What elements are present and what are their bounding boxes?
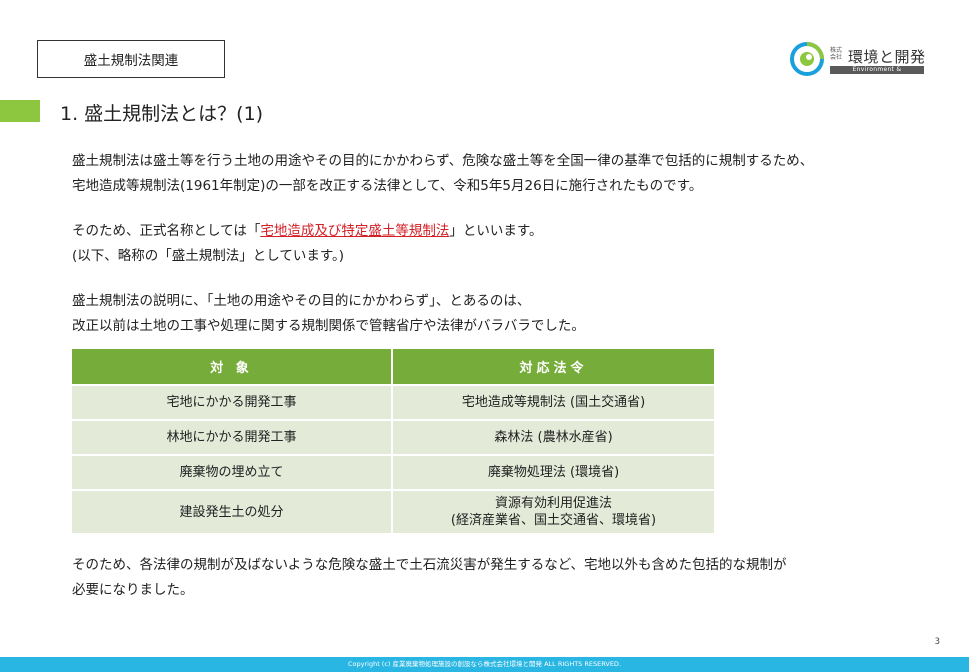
abbreviation-note: (以下、略称の「盛土規制法」としています。) — [72, 247, 345, 264]
logo-subtitle: Environment & Development — [830, 66, 924, 81]
intro-line-2: 宅地造成等規制法(1961年制定)の一部を改正する法律として、令和5年5月26日… — [72, 177, 703, 194]
table-row: 林地にかかる開発工事 森林法 (農林水産省) — [72, 420, 714, 456]
background-paragraph: 盛土規制法の説明に、「土地の用途やその目的にかかわらず」、とあるのは、 改正以前… — [72, 289, 585, 338]
law-comparison-table: 対 象 対応法令 宅地にかかる開発工事 宅地造成等規制法 (国土交通省) 林地に… — [72, 349, 714, 535]
table-cell-law-line-1: 資源有効利用促進法 — [494, 496, 612, 511]
table-cell-target: 廃棄物の埋め立て — [72, 455, 393, 491]
logo-mark-icon — [790, 42, 824, 76]
table-header-target: 対 象 — [72, 349, 393, 386]
background-line-1: 盛土規制法の説明に、「土地の用途やその目的にかかわらず」、とあるのは、 — [72, 293, 531, 309]
conclusion-line-2: 必要になりました。 — [72, 581, 194, 598]
table-cell-target: 宅地にかかる開発工事 — [72, 385, 393, 421]
table-cell-law-line-2: (経済産業省、国土交通省、環境省) — [450, 513, 657, 528]
logo-company-name: 環境と開発 — [848, 48, 926, 66]
company-logo: 株式会社 環境と開発 Environment & Development — [790, 42, 930, 82]
table-cell-law: 宅地造成等規制法 (国土交通省) — [392, 385, 714, 421]
background-line-2: 改正以前は土地の工事や処理に関する規制関係で管轄省庁や法律がバラバラでした。 — [72, 317, 585, 334]
official-name-line: そのため、正式名称としては「宅地造成及び特定盛土等規制法」といいます。 — [72, 219, 542, 244]
official-name-paragraph: そのため、正式名称としては「宅地造成及び特定盛土等規制法」といいます。 (以下、… — [72, 219, 542, 268]
intro-line-1: 盛土規制法は盛土等を行う土地の用途やその目的にかかわらず、危険な盛土等を全国一律… — [72, 153, 814, 169]
intro-paragraph: 盛土規制法は盛土等を行う土地の用途やその目的にかかわらず、危険な盛土等を全国一律… — [72, 149, 813, 198]
table-row: 宅地にかかる開発工事 宅地造成等規制法 (国土交通省) — [72, 385, 714, 421]
conclusion-paragraph: そのため、各法律の規制が及ばないような危険な盛土で土石流災害が発生するなど、宅地… — [72, 553, 787, 602]
section-accent-bar — [0, 100, 40, 122]
conclusion-line-1: そのため、各法律の規制が及ばないような危険な盛土で土石流災害が発生するなど、宅地… — [72, 557, 787, 573]
logo-company-type: 株式会社 — [830, 47, 843, 61]
official-name-link[interactable]: 宅地造成及び特定盛土等規制法 — [260, 223, 449, 239]
category-label: 盛土規制法関連 — [37, 40, 225, 78]
table-header-law: 対応法令 — [392, 349, 714, 386]
official-name-suffix: 」といいます。 — [449, 223, 543, 239]
official-name-prefix: そのため、正式名称としては「 — [72, 223, 261, 239]
table-cell-target: 林地にかかる開発工事 — [72, 420, 393, 456]
table-cell-target: 建設発生土の処分 — [72, 490, 393, 535]
page-title: 1. 盛土規制法とは？(1) — [60, 103, 264, 125]
table-cell-law: 資源有効利用促進法 (経済産業省、国土交通省、環境省) — [392, 490, 714, 535]
table-row: 建設発生土の処分 資源有効利用促進法 (経済産業省、国土交通省、環境省) — [72, 490, 714, 535]
copyright-footer: Copyright (c) 産業廃棄物処理施設の創設なら株式会社環境と開発 AL… — [0, 657, 969, 672]
table-row: 廃棄物の埋め立て 廃棄物処理法 (環境省) — [72, 455, 714, 491]
table-cell-law: 廃棄物処理法 (環境省) — [392, 455, 714, 491]
page-number: 3 — [934, 637, 940, 647]
table-cell-law: 森林法 (農林水産省) — [392, 420, 714, 456]
